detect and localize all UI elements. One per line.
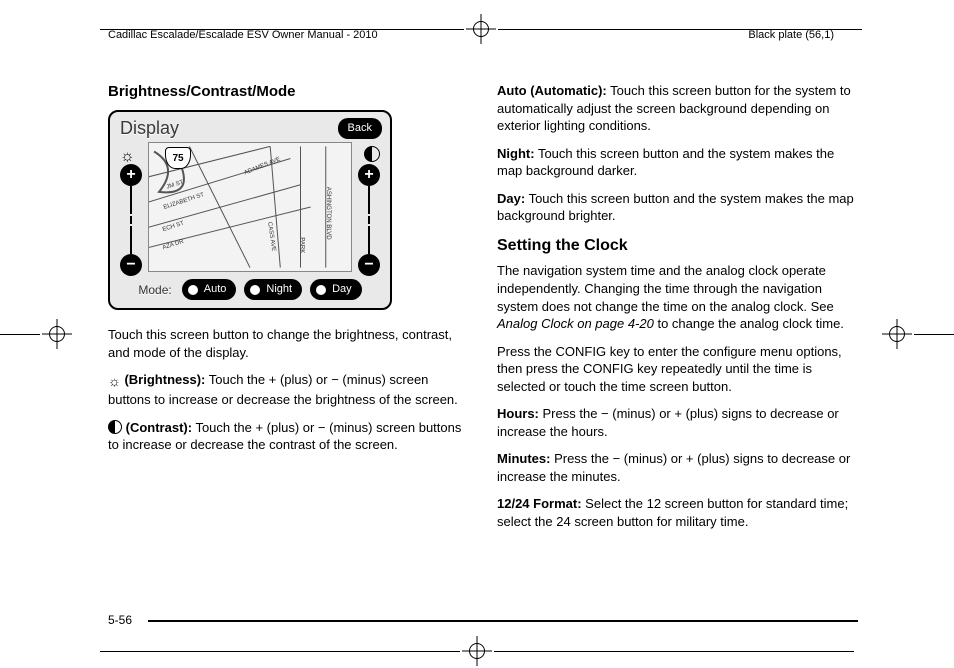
intro-paragraph: Touch this screen button to change the b… <box>108 326 469 361</box>
svg-text:AZA DR: AZA DR <box>162 239 185 252</box>
sun-icon: ☼ <box>108 372 121 391</box>
page-number: 5-56 <box>108 612 132 628</box>
crop-mark-left <box>0 323 74 345</box>
contrast-minus-button[interactable]: − <box>358 254 380 276</box>
clock-paragraph-1: The navigation system time and the analo… <box>497 262 858 332</box>
auto-paragraph: Auto (Automatic): Touch this screen butt… <box>497 82 858 135</box>
section-heading-clock: Setting the Clock <box>497 235 858 257</box>
left-column: Brightness/Contrast/Mode Display Back ☼ … <box>108 82 469 608</box>
hours-label: Hours: <box>497 406 539 421</box>
screen-title: Display <box>120 116 179 140</box>
contrast-sym-icon <box>108 420 122 434</box>
svg-text:ADAMES AVE: ADAMES AVE <box>243 157 281 177</box>
footer-rule <box>148 620 858 622</box>
manual-title: Cadillac Escalade/Escalade ESV Owner Man… <box>108 28 378 43</box>
clock-paragraph-2: Press the CONFIG key to enter the config… <box>497 343 858 396</box>
format-paragraph: 12/24 Format: Select the 12 screen butto… <box>497 495 858 530</box>
auto-label: Auto (Automatic): <box>497 83 607 98</box>
back-button[interactable]: Back <box>338 118 382 139</box>
minutes-text: Press the − (minus) or + (plus) signs to… <box>497 451 850 484</box>
contrast-plus-button[interactable]: + <box>358 164 380 186</box>
brightness-plus-button[interactable]: + <box>120 164 142 186</box>
svg-text:CASS AVE: CASS AVE <box>266 222 276 252</box>
cross-reference: Analog Clock on page 4‑20 <box>497 316 654 331</box>
minutes-label: Minutes: <box>497 451 550 466</box>
registration-mark-icon <box>466 640 488 662</box>
contrast-paragraph: (Contrast): Touch the + (plus) or − (min… <box>108 419 469 454</box>
map-preview: 75 JM ST ELIZABETH ST <box>148 142 352 272</box>
crop-mark-right <box>880 323 954 345</box>
contrast-slider[interactable]: + − <box>356 164 382 276</box>
contrast-label: (Contrast): <box>126 420 192 435</box>
display-screenshot: Display Back ☼ + − + − 75 <box>108 110 392 310</box>
mode-auto-button[interactable]: Auto <box>182 279 237 300</box>
day-text: Touch this screen button and the system … <box>497 191 854 224</box>
plate-label: Black plate (56,1) <box>748 28 834 43</box>
page-body: Brightness/Contrast/Mode Display Back ☼ … <box>108 82 858 608</box>
svg-text:JM ST: JM ST <box>166 180 185 191</box>
svg-text:PARK: PARK <box>299 238 305 254</box>
brightness-paragraph: ☼ (Brightness): Touch the + (plus) or − … <box>108 371 469 408</box>
format-label: 12/24 Format: <box>497 496 582 511</box>
mode-night-button[interactable]: Night <box>244 279 302 300</box>
svg-text:ASHINGTON BLVD: ASHINGTON BLVD <box>325 187 331 240</box>
crop-marks-bottom <box>0 640 954 662</box>
brightness-minus-button[interactable]: − <box>120 254 142 276</box>
contrast-icon <box>364 146 380 162</box>
night-paragraph: Night: Touch this screen button and the … <box>497 145 858 180</box>
route-shield: 75 <box>165 147 191 169</box>
section-heading-brightness: Brightness/Contrast/Mode <box>108 82 469 102</box>
mode-label: Mode: <box>138 282 171 298</box>
brightness-slider[interactable]: + − <box>118 164 144 276</box>
registration-mark-icon <box>470 18 492 40</box>
night-label: Night: <box>497 146 535 161</box>
mode-day-button[interactable]: Day <box>310 279 362 300</box>
day-label: Day: <box>497 191 525 206</box>
hours-paragraph: Hours: Press the − (minus) or + (plus) s… <box>497 405 858 440</box>
hours-text: Press the − (minus) or + (plus) signs to… <box>497 406 839 439</box>
night-text: Touch this screen button and the system … <box>497 146 834 179</box>
svg-text:ELIZABETH ST: ELIZABETH ST <box>163 192 205 211</box>
mode-row: Mode: Auto Night Day <box>110 279 390 300</box>
day-paragraph: Day: Touch this screen button and the sy… <box>497 190 858 225</box>
right-column: Auto (Automatic): Touch this screen butt… <box>497 82 858 608</box>
minutes-paragraph: Minutes: Press the − (minus) or + (plus)… <box>497 450 858 485</box>
crop-marks-top: Cadillac Escalade/Escalade ESV Owner Man… <box>0 18 954 40</box>
brightness-label: (Brightness): <box>124 372 205 387</box>
